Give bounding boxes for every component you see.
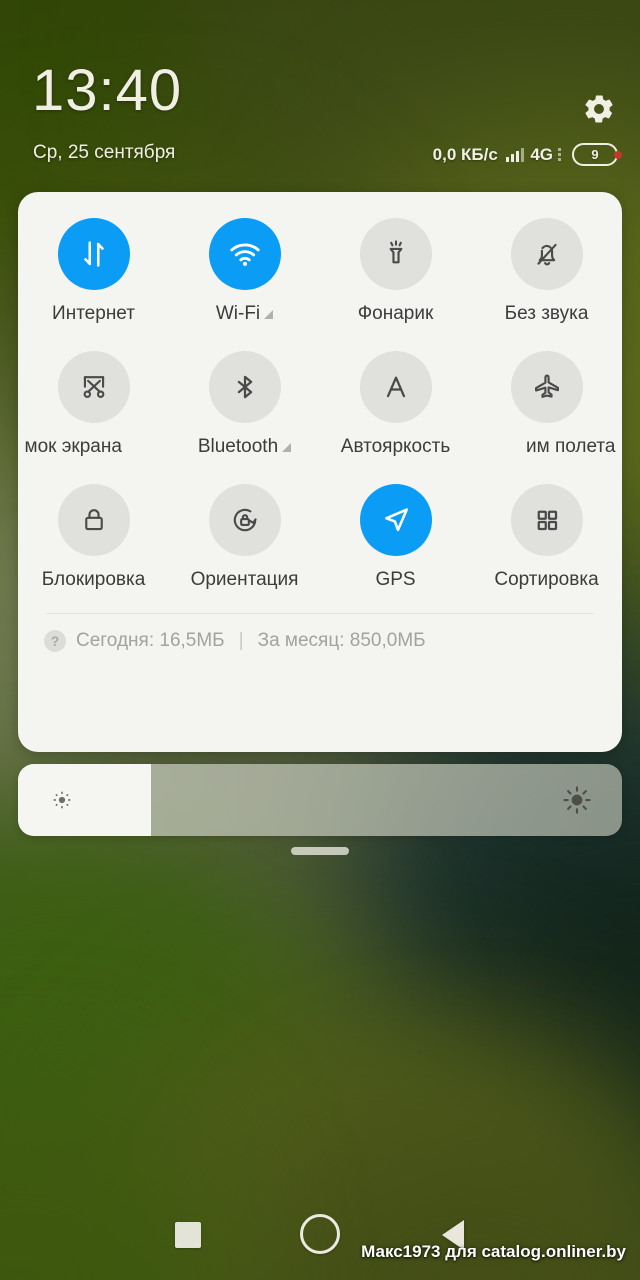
tile-bluetooth-label: Bluetooth (197, 436, 279, 457)
bluetooth-icon (237, 375, 252, 399)
sim-indicator-icon (558, 148, 561, 161)
status-header: 13:40 Ср, 25 сентября 0,0 КБ/с 4G 9 (0, 0, 640, 190)
signal-bars-icon (505, 147, 525, 162)
clock: 13:40 (32, 58, 183, 123)
navigation-arrow-icon (384, 508, 408, 532)
auto-brightness-icon (386, 376, 405, 398)
tile-flashlight-label: Фонарик (357, 303, 434, 324)
tile-screenshot-label: мок экрана (24, 436, 122, 457)
tile-internet-circle[interactable] (57, 218, 130, 290)
date-label: Ср, 25 сентября (33, 142, 176, 163)
data-usage-month: За месяц: 850,0МБ (257, 630, 426, 651)
tile-wifi[interactable]: Wi-Fi (169, 218, 320, 325)
battery-level: 9 (591, 147, 599, 162)
phone-screen: 13:40 Ср, 25 сентября 0,0 КБ/с 4G 9 Инте… (0, 0, 640, 1280)
tile-auto-brightness-circle[interactable] (359, 351, 432, 423)
tile-wifi-circle[interactable] (208, 218, 281, 290)
tile-gps[interactable]: GPS (320, 484, 471, 591)
question-mark-icon[interactable]: ? (44, 630, 66, 652)
brightness-low-icon (51, 789, 73, 811)
recents-button[interactable] (175, 1222, 201, 1248)
tile-silent-label: Без звука (504, 303, 589, 324)
battery-icon: 9 (572, 143, 618, 166)
grid-icon (537, 510, 557, 531)
lock-icon (84, 509, 103, 531)
tile-screenshot[interactable]: мок экрана (18, 351, 169, 458)
tile-airplane-mode-circle[interactable] (510, 351, 583, 423)
brightness-slider-fill (18, 764, 151, 836)
tile-silent[interactable]: Без звука (471, 218, 622, 325)
tile-wifi-label: Wi-Fi (215, 303, 261, 324)
status-indicators: 0,0 КБ/с 4G 9 (433, 143, 618, 166)
data-usage-today: Сегодня: 16,5МБ (76, 630, 225, 651)
tile-lock-circle[interactable] (57, 484, 130, 556)
tile-orientation[interactable]: Ориентация (169, 484, 320, 591)
expand-triangle-icon[interactable] (282, 443, 292, 452)
expand-triangle-icon[interactable] (264, 310, 274, 319)
tile-sort-circle[interactable] (510, 484, 583, 556)
watermark-text: Макс1973 для catalog.onliner.by (361, 1242, 626, 1261)
tile-flashlight-circle[interactable] (359, 218, 432, 290)
tile-internet[interactable]: Интернет (18, 218, 169, 325)
gear-icon[interactable] (582, 92, 616, 126)
brightness-slider[interactable] (18, 764, 622, 836)
tile-auto-brightness[interactable]: Автояркость (320, 351, 471, 458)
tile-orientation-label: Ориентация (190, 569, 299, 590)
brightness-high-icon (562, 785, 592, 815)
tile-sort-label: Сортировка (494, 569, 599, 590)
tile-gps-label: GPS (375, 569, 416, 590)
tile-airplane-mode-label: им полета (526, 436, 616, 457)
tile-lock-label: Блокировка (41, 569, 146, 590)
tile-bluetooth-circle[interactable] (208, 351, 281, 423)
tile-silent-circle[interactable] (510, 218, 583, 290)
data-transfer-icon (83, 241, 104, 267)
quick-settings-grid: Интернет Wi-Fi Фонарик Без звука мок экр… (18, 218, 622, 591)
network-speed: 0,0 КБ/с (432, 144, 498, 164)
panel-drag-handle[interactable] (291, 847, 349, 855)
tile-screenshot-circle[interactable] (57, 351, 130, 423)
tile-lock[interactable]: Блокировка (18, 484, 169, 591)
tile-airplane-mode[interactable]: им полета (471, 351, 622, 458)
flashlight-icon (389, 240, 402, 264)
network-type: 4G (530, 144, 553, 164)
data-usage-row[interactable]: ? Сегодня: 16,5МБ | За месяц: 850,0МБ (18, 614, 622, 652)
airplane-icon (534, 374, 559, 398)
wifi-icon (229, 243, 260, 266)
navigation-bar: Макс1973 для catalog.onliner.by (0, 1200, 640, 1280)
home-button[interactable] (300, 1214, 340, 1254)
tile-auto-brightness-label: Автояркость (340, 436, 451, 457)
bell-muted-icon (536, 243, 557, 266)
rotation-lock-icon (233, 508, 257, 532)
tile-bluetooth[interactable]: Bluetooth (169, 351, 320, 458)
quick-settings-panel: Интернет Wi-Fi Фонарик Без звука мок экр… (18, 192, 622, 752)
tile-gps-circle[interactable] (359, 484, 432, 556)
tile-flashlight[interactable]: Фонарик (320, 218, 471, 325)
screenshot-icon (83, 376, 104, 398)
data-usage-separator: | (238, 630, 244, 651)
tile-internet-label: Интернет (52, 303, 135, 324)
tile-orientation-circle[interactable] (208, 484, 281, 556)
tile-sort[interactable]: Сортировка (471, 484, 622, 591)
